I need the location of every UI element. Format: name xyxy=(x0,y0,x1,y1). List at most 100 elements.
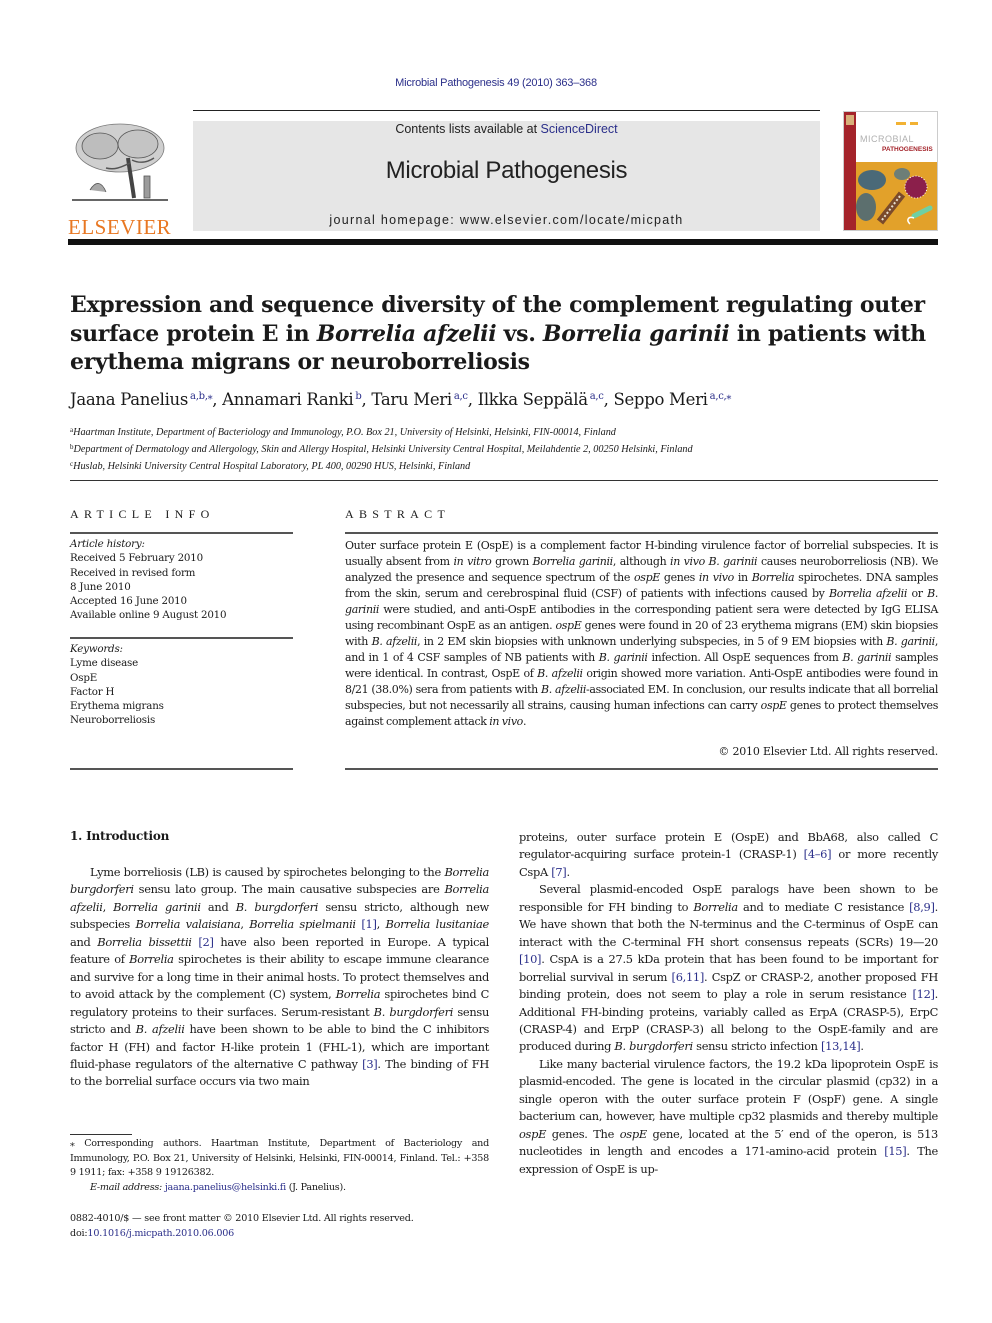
elsevier-logo[interactable]: ELSEVIER xyxy=(68,118,173,239)
abstract-bottom-rule xyxy=(345,768,938,770)
italic-text: Borrelia lusitaniae xyxy=(385,917,490,932)
citation-link[interactable]: [12] xyxy=(912,987,934,1001)
citation-link[interactable]: [13,14] xyxy=(821,1039,861,1053)
corresponding-author-footnote: ⁎ Corresponding authors. Haartman Instit… xyxy=(70,1137,489,1195)
italic-text: Borrelia afzelii xyxy=(316,320,497,347)
italic-text: in vivo xyxy=(698,571,734,584)
article-info-heading: ARTICLE INFO xyxy=(70,507,215,521)
front-matter: 0882-4010/$ — see front matter © 2010 El… xyxy=(70,1212,489,1241)
contents-line: Contents lists available at ScienceDirec… xyxy=(193,122,820,136)
author-affiliation-marker[interactable]: a,c,⁎ xyxy=(710,391,732,402)
italic-text: B. afzelii xyxy=(135,1022,185,1037)
author-name[interactable]: Annamari Ranki xyxy=(222,390,354,409)
title-rule xyxy=(70,480,938,481)
body-paragraph: Several plasmid-encoded OspE paralogs ha… xyxy=(519,882,938,1054)
email-line: E-mail address: jaana.panelius@helsinki.… xyxy=(70,1181,489,1196)
journal-cover-image[interactable]: MICROBIAL PATHOGENESIS xyxy=(843,111,938,231)
italic-text: B. afzelii xyxy=(541,683,587,696)
sciencedirect-link[interactable]: ScienceDirect xyxy=(541,122,618,136)
italic-text: in vivo B. garinii xyxy=(670,555,758,568)
keywords: Keywords: Lyme disease OspE Factor H Ery… xyxy=(70,642,293,728)
body-column-right: proteins, outer surface protein E (OspE)… xyxy=(519,829,938,1178)
doi-line: doi:10.1016/j.micpath.2010.06.006 xyxy=(70,1227,489,1242)
citation-link[interactable]: [1] xyxy=(361,917,377,931)
keyword-item[interactable]: Lyme disease xyxy=(70,656,293,670)
italic-text: B. garinii xyxy=(886,635,935,648)
citation-link[interactable]: [15] xyxy=(884,1144,906,1158)
cover-title-2: PATHOGENESIS xyxy=(882,146,933,153)
italic-text: Borrelia spielmanii xyxy=(249,917,356,932)
affiliation: aHaartman Institute, Department of Bacte… xyxy=(70,426,616,438)
italic-text: Borrelia garinii xyxy=(542,320,730,347)
keyword-item[interactable]: OspE xyxy=(70,671,293,685)
citation-link[interactable]: [8,9] xyxy=(909,900,935,914)
issn-line: 0882-4010/$ — see front matter © 2010 El… xyxy=(70,1213,414,1224)
keyword-item[interactable]: Factor H xyxy=(70,685,293,699)
author-affiliation-marker[interactable]: b xyxy=(355,391,361,402)
journal-name: Microbial Pathogenesis xyxy=(385,157,628,184)
keyword-item[interactable]: Erythema migrans xyxy=(70,699,293,713)
homepage-label: journal homepage: xyxy=(329,213,460,227)
italic-text: Borrelia bissettii xyxy=(97,934,192,949)
body-paragraph: Lyme borreliosis (LB) is caused by spiro… xyxy=(70,865,490,1089)
keyword-item[interactable]: Neuroborreliosis xyxy=(70,713,293,727)
italic-text: ospE xyxy=(634,571,660,584)
journal-banner: Contents lists available at ScienceDirec… xyxy=(193,121,820,231)
italic-text: B. burgdorferi xyxy=(373,1004,454,1019)
doi-link[interactable]: 10.1016/j.micpath.2010.06.006 xyxy=(87,1228,234,1239)
author-name[interactable]: Ilkka Seppälä xyxy=(478,390,588,409)
citation-link[interactable]: [4–6] xyxy=(804,847,832,861)
italic-text: B. afzelii xyxy=(371,635,418,648)
journal-citation[interactable]: Microbial Pathogenesis 49 (2010) 363–368 xyxy=(0,77,992,89)
body-paragraph: Like many bacterial virulence factors, t… xyxy=(519,1056,938,1176)
homepage-url[interactable]: www.elsevier.com/locate/micpath xyxy=(460,213,684,227)
author-name[interactable]: Seppo Meri xyxy=(613,390,708,409)
author-affiliation-marker[interactable]: a,c xyxy=(590,391,604,402)
history-item: Accepted 16 June 2010 xyxy=(70,595,187,608)
italic-text: Borrelia valaisiana xyxy=(135,917,241,932)
abstract-rule xyxy=(345,532,938,534)
header-thick-rule xyxy=(68,239,938,245)
italic-text: ospE xyxy=(555,619,582,632)
author-affiliation-marker[interactable]: a,c xyxy=(454,391,468,402)
corresponding-note: ⁎ Corresponding authors. Haartman Instit… xyxy=(70,1138,489,1178)
author-affiliation-marker[interactable]: a,b,⁎ xyxy=(190,391,213,402)
email-link[interactable]: jaana.panelius@helsinki.fi xyxy=(165,1182,286,1193)
affiliation-key: c xyxy=(70,460,74,468)
citation-link[interactable]: [3] xyxy=(362,1057,378,1071)
affiliation-key: b xyxy=(70,443,74,451)
italic-text: B. afzelii xyxy=(537,667,583,680)
italic-text: B. garinii xyxy=(842,651,892,664)
history-item: 8 June 2010 xyxy=(70,580,131,593)
italic-text: Borrelia xyxy=(335,987,381,1002)
citation-link[interactable]: [2] xyxy=(198,935,214,949)
affiliation-key: a xyxy=(70,426,74,434)
citation-link[interactable]: [10] xyxy=(519,952,541,966)
citation-link[interactable]: [6,11] xyxy=(672,970,705,984)
italic-text: B. burgdorferi xyxy=(235,899,319,914)
italic-text: Borrelia xyxy=(693,899,738,914)
citation-link[interactable]: [7] xyxy=(551,865,567,879)
journal-cover-art: MICROBIAL PATHOGENESIS xyxy=(844,112,937,230)
cover-spine xyxy=(844,112,856,230)
body-paragraph: proteins, outer surface protein E (OspE)… xyxy=(519,830,938,879)
article-history: Article history: Received 5 February 201… xyxy=(70,537,293,623)
italic-text: Borrelia xyxy=(129,952,174,967)
author-name[interactable]: Jaana Panelius xyxy=(70,390,188,409)
journal-homepage: journal homepage: www.elsevier.com/locat… xyxy=(193,213,820,227)
cover-title-1: MICROBIAL xyxy=(860,134,914,144)
footnote-rule xyxy=(70,1134,132,1135)
italic-text: ospE xyxy=(519,1126,547,1141)
elsevier-tree-icon xyxy=(72,123,168,201)
italic-text: Borrelia afzelii xyxy=(828,587,907,600)
elsevier-wordmark: ELSEVIER xyxy=(68,215,172,239)
italic-text: ospE xyxy=(760,699,787,712)
author-name[interactable]: Taru Meri xyxy=(371,390,452,409)
italic-text: B. garinii xyxy=(598,651,648,664)
italic-text: B. burgdorferi xyxy=(614,1039,693,1054)
body-column-left: Lyme borreliosis (LB) is caused by spiro… xyxy=(70,864,489,1091)
contents-prefix: Contents lists available at xyxy=(395,122,541,136)
abstract-copyright: © 2010 Elsevier Ltd. All rights reserved… xyxy=(718,745,938,758)
history-item: Received 5 February 2010 xyxy=(70,552,203,565)
abstract-text: Outer surface protein E (OspE) is a comp… xyxy=(345,539,939,728)
